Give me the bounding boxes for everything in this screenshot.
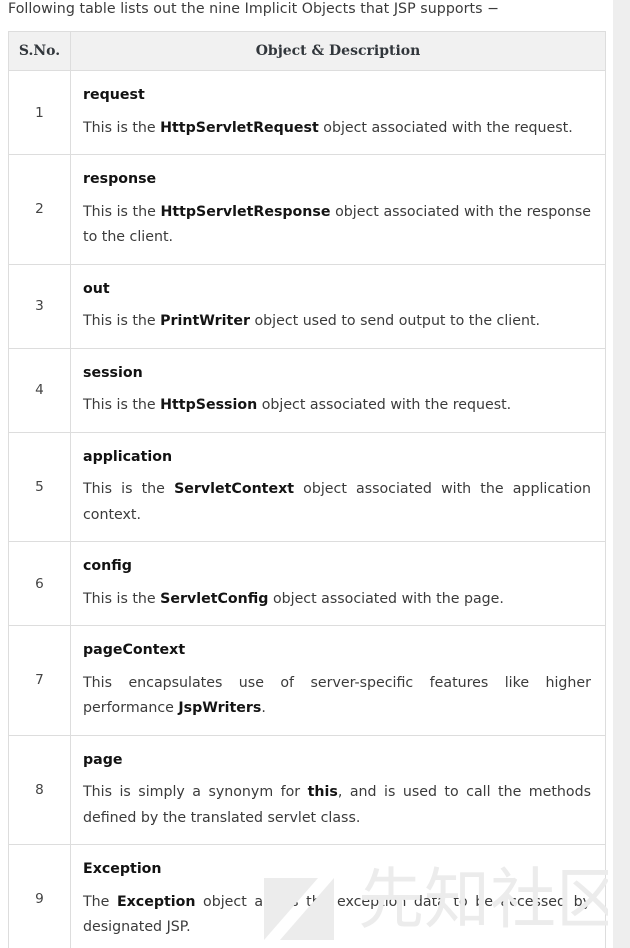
object-description-text: This is the HttpServletRequest object as… [83,116,591,142]
cell-serial-number: 9 [8,844,71,948]
object-name: response [83,171,157,187]
object-name: request [83,87,145,103]
description-prefix: This is the [83,590,161,607]
cell-serial-number: 1 [8,70,71,155]
table-body: 1 request This is the HttpServletRequest o… [8,70,606,948]
cell-object-description: Exception The Exception object allows the… [70,844,606,948]
object-name: Exception [83,861,162,877]
object-description-text: This is the HttpServletResponse object a… [83,200,591,251]
page-content: Following table lists out the nine Impli… [0,0,611,948]
object-description-text: This is the ServletContext object associ… [83,477,591,528]
object-name: session [83,364,143,381]
cell-object-description: session This is the HttpSession object as… [70,347,606,433]
description-prefix: This is the [83,397,161,413]
cell-object-description: out This is the PrintWriter object used t… [70,263,606,349]
description-emphasis: HttpServletRequest [160,119,319,136]
description-prefix: This encapsulates use of server-specific… [83,674,591,717]
description-suffix: object associated with the page. [268,590,504,607]
object-description-text: This encapsulates use of server-specific… [83,671,591,722]
cell-serial-number: 4 [8,347,71,433]
description-emphasis: JspWriters [178,700,262,716]
description-suffix: object used to send output to the client… [249,313,541,329]
object-name: config [83,558,132,574]
object-description-text: This is the PrintWriter object used to s… [83,309,591,335]
description-emphasis: this [307,784,338,800]
description-prefix: This is the [83,119,161,136]
cell-object-description: page This is simply a synonym for this, a… [70,734,606,845]
description-prefix: This is simply a synonym for [83,784,308,800]
cell-object-description: response This is the HttpServletResponse … [70,154,606,265]
cell-serial-number: 8 [8,734,71,845]
description-emphasis: PrintWriter [160,313,250,329]
description-suffix: object associated with the request. [257,397,512,413]
cell-serial-number: 2 [8,154,71,265]
description-emphasis: Exception [116,893,196,910]
table-row: 4 session This is the HttpSession object a… [8,347,606,433]
page-scroll-gutter[interactable] [612,0,630,948]
object-name: application [83,448,173,465]
description-emphasis: ServletContext [174,481,295,497]
column-header-description: Object & Description [70,31,606,71]
description-emphasis: HttpSession [160,397,258,413]
cell-object-description: application This is the ServletContext ob… [70,431,606,542]
description-emphasis: ServletConfig [160,590,269,607]
object-description-text: This is the HttpSession object associate… [83,393,591,419]
column-header-sno: S.No. [8,31,71,71]
table-row: 9 Exception The Exception object allows th… [8,844,606,948]
description-suffix: . [261,700,266,716]
description-prefix: The [83,893,117,910]
cell-serial-number: 7 [8,625,71,736]
object-name: page [83,751,123,768]
description-prefix: This is the [83,481,175,497]
table-header-row: S.No. Object & Description [8,31,606,71]
table-row: 5 application This is the ServletContext o… [8,431,606,542]
table-row: 1 request This is the HttpServletRequest o… [8,70,606,155]
cell-object-description: pageContext This encapsulates use of serv… [70,625,606,736]
object-name: pageContext [83,642,186,658]
cell-object-description: config This is the ServletConfig object a… [70,541,606,626]
table-header: S.No. Object & Description [8,31,606,71]
description-prefix: This is the [83,203,161,220]
description-suffix: object associated with the request. [318,119,573,136]
cell-serial-number: 5 [8,431,71,542]
object-description-text: The Exception object allows the exceptio… [83,890,591,941]
cell-serial-number: 6 [8,541,71,626]
table-row: 2 response This is the HttpServletResponse… [8,154,606,265]
table-row: 6 config This is the ServletConfig object … [8,541,606,626]
implicit-objects-table: S.No. Object & Description 1 request This … [8,31,606,948]
table-row: 8 page This is simply a synonym for this, … [8,734,606,845]
cell-object-description: request This is the HttpServletRequest ob… [70,70,606,155]
description-emphasis: HttpServletResponse [160,203,331,220]
description-prefix: This is the [83,313,161,329]
object-description-text: This is the ServletConfig object associa… [83,587,591,613]
object-name: out [83,280,110,297]
object-description-text: This is simply a synonym for this, and i… [83,780,591,831]
intro-paragraph: Following table lists out the nine Impli… [8,1,500,17]
table-row: 7 pageContext This encapsulates use of ser… [8,625,606,736]
table-row: 3 out This is the PrintWriter object used … [8,263,606,349]
cell-serial-number: 3 [8,263,71,349]
